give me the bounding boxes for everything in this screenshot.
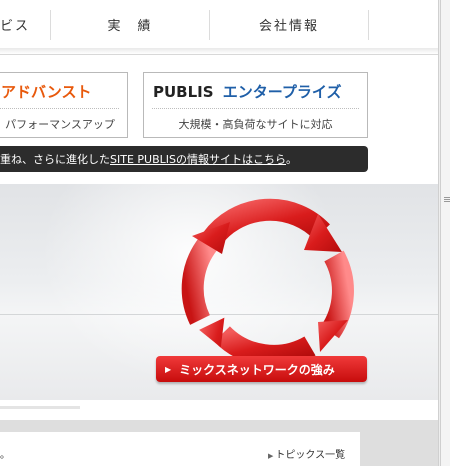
dotted-divider — [152, 108, 359, 109]
network-strength-label: ミックスネットワークの強み — [179, 362, 335, 377]
nav-divider — [368, 10, 369, 40]
nav-item-services[interactable]: ビス — [0, 0, 50, 48]
nav-item-company[interactable]: 会社情報 — [210, 0, 368, 48]
scrollbar-thumb[interactable] — [440, 0, 450, 466]
product-advanced-subtitle: パフォーマンスアップ — [5, 118, 115, 131]
product-advanced-title: アドバンスト — [1, 83, 92, 101]
info-bar-prefix: 重ね、さらに進化した — [0, 153, 110, 166]
info-site-link[interactable]: SITE PUBLISの情報サイトはこちら — [110, 151, 286, 167]
info-bar-suffix: 。 — [285, 153, 297, 166]
info-bar: 重ね、さらに進化した SITE PUBLISの情報サイトはこちら 。 — [0, 146, 368, 172]
nav-item-results[interactable]: 実 績 — [51, 0, 209, 48]
dotted-divider — [0, 108, 119, 109]
scrollbar-grip-icon — [444, 197, 450, 198]
topics-list-link[interactable]: ▶ トピックス一覧 — [268, 446, 345, 461]
top-nav: ビス 実 績 会社情報 — [0, 0, 438, 55]
product-advanced-banner[interactable]: アドバンスト パフォーマンスアップ — [0, 72, 128, 138]
product-enterprise-subtitle: 大規模・高負荷なサイトに対応 — [178, 118, 333, 131]
arrow-right-icon: ▶ — [268, 452, 274, 460]
network-strength-button[interactable]: ▶ ミックスネットワークの強み — [156, 356, 367, 382]
nav-item-label: 実 績 — [107, 18, 153, 34]
topics-list-label: トピックス一覧 — [275, 450, 346, 461]
divider-strip — [0, 406, 80, 409]
product-enterprise-title: エンタープライズ — [222, 83, 342, 101]
product-enterprise-brand: PUBLIS — [153, 83, 214, 101]
topics-heading-fragment: 。 — [0, 450, 10, 461]
nav-item-label: ビス — [0, 18, 31, 34]
nav-item-label: 会社情報 — [258, 18, 319, 34]
nav-shadow — [0, 48, 438, 54]
product-enterprise-banner[interactable]: PUBLIS エンタープライズ 大規模・高負荷なサイトに対応 — [143, 72, 368, 138]
play-arrow-icon: ▶ — [165, 364, 172, 374]
vertical-scrollbar[interactable] — [438, 0, 450, 466]
